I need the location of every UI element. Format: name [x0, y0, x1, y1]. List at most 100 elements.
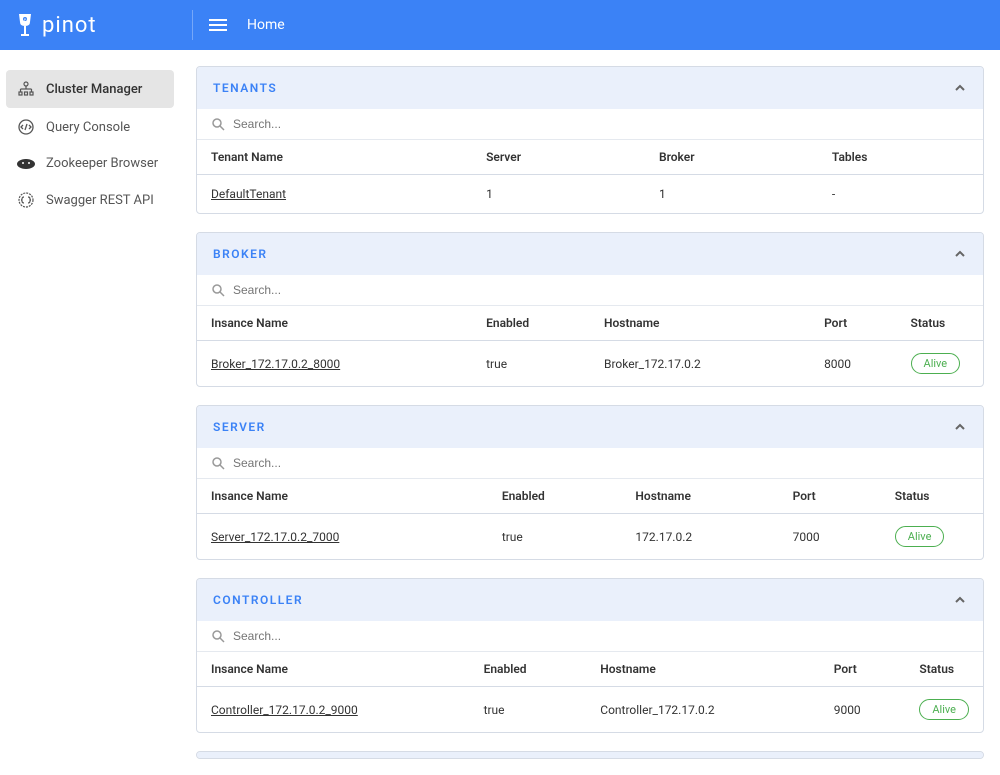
col-instance-name: Insance Name	[197, 306, 472, 341]
col-instance-name: Insance Name	[197, 479, 488, 514]
broker-search-input[interactable]	[233, 283, 969, 297]
status-badge: Alive	[919, 699, 969, 720]
content-area: TENANTS Tenant Name Server Broker Tab	[180, 50, 1000, 775]
search-icon	[211, 456, 225, 470]
cell-hostname: 172.17.0.2	[621, 514, 778, 560]
sidebar-item-label: Zookeeper Browser	[46, 156, 158, 171]
chevron-up-icon	[953, 81, 967, 95]
col-hostname: Hostname	[590, 306, 810, 341]
menu-icon[interactable]	[209, 19, 227, 31]
tenants-search	[197, 109, 983, 140]
broker-panel: BROKER Insance Name Enabled Hostname	[196, 232, 984, 387]
search-icon	[211, 283, 225, 297]
sidebar-item-swagger[interactable]: Swagger REST API	[6, 181, 174, 219]
col-enabled: Enabled	[472, 306, 590, 341]
col-port: Port	[820, 652, 906, 687]
status-badge: Alive	[911, 353, 961, 374]
chevron-up-icon	[953, 420, 967, 434]
tenants-search-input[interactable]	[233, 117, 969, 131]
sidebar-item-label: Query Console	[46, 120, 130, 135]
col-status: Status	[881, 479, 983, 514]
col-broker: Broker	[645, 140, 818, 175]
col-status: Status	[905, 652, 983, 687]
chevron-up-icon	[953, 247, 967, 261]
col-enabled: Enabled	[488, 479, 622, 514]
tenants-panel-header[interactable]: TENANTS	[197, 67, 983, 109]
broker-search	[197, 275, 983, 306]
header-divider	[192, 10, 193, 40]
tenant-link[interactable]: DefaultTenant	[211, 187, 286, 201]
col-hostname: Hostname	[586, 652, 819, 687]
instance-link[interactable]: Controller_172.17.0.2_9000	[211, 703, 358, 717]
controller-table: Insance Name Enabled Hostname Port Statu…	[197, 652, 983, 732]
controller-search	[197, 621, 983, 652]
search-icon	[211, 629, 225, 643]
sidebar-item-label: Swagger REST API	[46, 193, 154, 208]
sidebar-item-cluster-manager[interactable]: Cluster Manager	[6, 70, 174, 108]
controller-panel-header[interactable]: CONTROLLER	[197, 579, 983, 621]
cell-hostname: Broker_172.17.0.2	[590, 341, 810, 387]
col-tables: Tables	[818, 140, 983, 175]
cell-server: 1	[472, 175, 645, 214]
zookeeper-icon	[16, 157, 36, 171]
col-hostname: Hostname	[621, 479, 778, 514]
cell-enabled: true	[472, 341, 590, 387]
table-row: DefaultTenant 1 1 -	[197, 175, 983, 214]
sidebar-item-query-console[interactable]: Query Console	[6, 108, 174, 146]
cell-tables: -	[818, 175, 983, 214]
logo-area: P pinot	[16, 12, 176, 38]
main-layout: Cluster Manager Query Console	[0, 50, 1000, 775]
braces-icon	[16, 191, 36, 209]
controller-panel: CONTROLLER Insance Name Enabled Hostname	[196, 578, 984, 733]
server-table: Insance Name Enabled Hostname Port Statu…	[197, 479, 983, 559]
controller-search-input[interactable]	[233, 629, 969, 643]
instance-link[interactable]: Server_172.17.0.2_7000	[211, 530, 339, 544]
cluster-icon	[16, 80, 36, 98]
wine-glass-icon: P	[16, 12, 34, 38]
col-port: Port	[810, 306, 896, 341]
panel-title: SERVER	[213, 420, 266, 434]
panel-title: BROKER	[213, 247, 268, 261]
search-icon	[211, 117, 225, 131]
app-header: P pinot Home	[0, 0, 1000, 50]
status-badge: Alive	[895, 526, 945, 547]
col-status: Status	[897, 306, 983, 341]
cell-port: 8000	[810, 341, 896, 387]
code-icon	[16, 118, 36, 136]
cell-hostname: Controller_172.17.0.2	[586, 687, 819, 733]
cell-status: Alive	[905, 687, 983, 733]
col-port: Port	[779, 479, 881, 514]
server-panel-header[interactable]: SERVER	[197, 406, 983, 448]
panel-title: CONTROLLER	[213, 593, 303, 607]
broker-panel-header[interactable]: BROKER	[197, 233, 983, 275]
server-panel: SERVER Insance Name Enabled Hostname	[196, 405, 984, 560]
col-server: Server	[472, 140, 645, 175]
broker-table: Insance Name Enabled Hostname Port Statu…	[197, 306, 983, 386]
col-enabled: Enabled	[470, 652, 587, 687]
server-search	[197, 448, 983, 479]
sidebar-item-zookeeper[interactable]: Zookeeper Browser	[6, 146, 174, 181]
page-title: Home	[247, 17, 285, 33]
cell-port: 9000	[820, 687, 906, 733]
table-row: Server_172.17.0.2_7000 true 172.17.0.2 7…	[197, 514, 983, 560]
chevron-up-icon	[953, 593, 967, 607]
table-row: Broker_172.17.0.2_8000 true Broker_172.1…	[197, 341, 983, 387]
sidebar-item-label: Cluster Manager	[46, 82, 142, 97]
cell-status: Alive	[881, 514, 983, 560]
tenants-panel: TENANTS Tenant Name Server Broker Tab	[196, 66, 984, 214]
cell-broker: 1	[645, 175, 818, 214]
col-instance-name: Insance Name	[197, 652, 470, 687]
cell-port: 7000	[779, 514, 881, 560]
cell-enabled: true	[470, 687, 587, 733]
logo-text: pinot	[42, 13, 97, 38]
next-panel-peek	[196, 751, 984, 759]
server-search-input[interactable]	[233, 456, 969, 470]
cell-status: Alive	[897, 341, 983, 387]
tenants-table: Tenant Name Server Broker Tables Default…	[197, 140, 983, 213]
col-tenant-name: Tenant Name	[197, 140, 472, 175]
panel-title: TENANTS	[213, 81, 277, 95]
cell-enabled: true	[488, 514, 622, 560]
table-row: Controller_172.17.0.2_9000 true Controll…	[197, 687, 983, 733]
instance-link[interactable]: Broker_172.17.0.2_8000	[211, 357, 340, 371]
sidebar: Cluster Manager Query Console	[0, 50, 180, 775]
